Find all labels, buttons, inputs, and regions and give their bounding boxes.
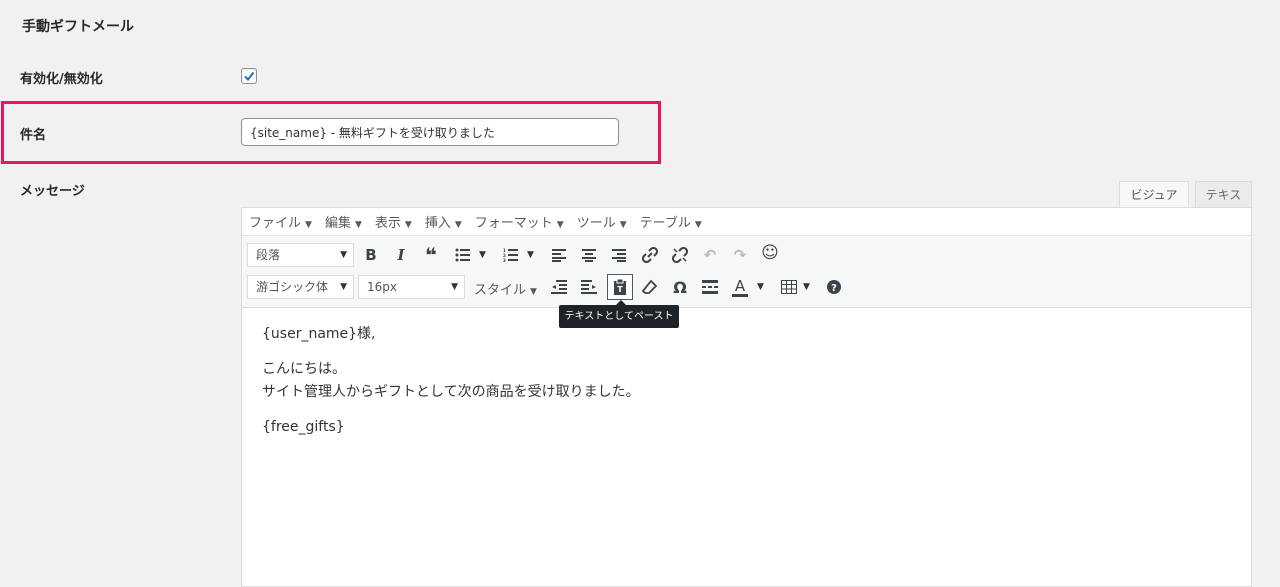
table-icon[interactable] bbox=[777, 275, 801, 299]
menu-edit[interactable]: 編集 ▼ bbox=[325, 212, 362, 231]
table-caret-icon[interactable]: ▼ bbox=[803, 282, 810, 292]
subject-input[interactable] bbox=[241, 118, 619, 146]
content-line-2: サイト管理人からギフトとして次の商品を受け取りました。 bbox=[262, 384, 640, 400]
caret-icon: ▼ bbox=[451, 282, 458, 292]
text-color-caret-icon[interactable]: ▼ bbox=[757, 282, 764, 292]
format-select[interactable]: 段落 ▼ bbox=[247, 243, 354, 267]
unlink-icon[interactable] bbox=[668, 243, 692, 267]
caret-icon: ▼ bbox=[454, 220, 462, 230]
menu-insert[interactable]: 挿入 ▼ bbox=[425, 212, 462, 231]
caret-icon: ▼ bbox=[694, 220, 702, 230]
style-menu[interactable]: スタイル ▼ bbox=[474, 279, 537, 298]
text-color-icon[interactable]: A bbox=[728, 275, 752, 299]
caret-icon: ▼ bbox=[530, 287, 537, 297]
font-family-select[interactable]: 游ゴシック体 ▼ bbox=[247, 275, 354, 299]
style-menu-label: スタイル bbox=[474, 283, 527, 298]
blockquote-icon[interactable]: ❝ bbox=[419, 243, 443, 267]
caret-icon: ▼ bbox=[404, 220, 412, 230]
content-body: こんにちは。 サイト管理人からギフトとして次の商品を受け取りました。 bbox=[262, 358, 640, 404]
link-icon[interactable] bbox=[638, 243, 662, 267]
menu-view[interactable]: 表示 ▼ bbox=[375, 212, 412, 231]
font-size-select-value: 16px bbox=[367, 280, 397, 294]
font-size-select[interactable]: 16px ▼ bbox=[358, 275, 465, 299]
caret-icon: ▼ bbox=[556, 220, 564, 230]
bullet-list-caret-icon[interactable]: ▼ bbox=[479, 250, 486, 260]
menu-file-label: ファイル bbox=[249, 216, 302, 231]
section-title: 手動ギフトメール bbox=[22, 19, 134, 35]
svg-text:3: 3 bbox=[503, 258, 506, 262]
message-editor: ファイル ▼ 編集 ▼ 表示 ▼ 挿入 ▼ フォーマット ▼ ツール ▼ テーブル ▼ 段落 ▼… bbox=[241, 207, 1252, 587]
numbered-list-caret-icon[interactable]: ▼ bbox=[527, 250, 534, 260]
menu-table[interactable]: テーブル ▼ bbox=[640, 212, 702, 231]
align-right-icon[interactable] bbox=[607, 243, 631, 267]
editor-menubar: ファイル ▼ 編集 ▼ 表示 ▼ 挿入 ▼ フォーマット ▼ ツール ▼ テーブル ▼ bbox=[242, 208, 1251, 236]
indent-icon[interactable] bbox=[577, 275, 601, 299]
italic-icon[interactable]: I bbox=[389, 243, 413, 267]
paste-as-text-icon[interactable]: T bbox=[607, 274, 633, 300]
subject-label: 件名 bbox=[20, 128, 47, 143]
tab-visual[interactable]: ビジュアル bbox=[1119, 181, 1189, 228]
format-select-value: 段落 bbox=[256, 248, 281, 262]
redo-icon[interactable]: ↷ bbox=[728, 243, 752, 267]
align-left-icon[interactable] bbox=[547, 243, 571, 267]
tab-text[interactable]: テキスト bbox=[1195, 181, 1252, 228]
enable-label: 有効化/無効化 bbox=[20, 72, 103, 87]
special-character-icon[interactable]: Ω bbox=[668, 275, 692, 299]
enable-checkbox[interactable] bbox=[241, 68, 257, 84]
numbered-list-icon[interactable]: 123 bbox=[499, 243, 523, 267]
menu-format-label: フォーマット bbox=[474, 216, 553, 231]
content-greeting: {user_name}様, bbox=[262, 326, 376, 342]
menu-edit-label: 編集 bbox=[324, 216, 351, 231]
outdent-icon[interactable] bbox=[547, 275, 571, 299]
message-label: メッセージ bbox=[20, 184, 85, 199]
menu-insert-label: 挿入 bbox=[424, 216, 451, 231]
content-line-1: こんにちは。 bbox=[262, 361, 346, 377]
font-family-select-value: 游ゴシック体 bbox=[256, 280, 329, 294]
caret-icon: ▼ bbox=[619, 220, 627, 230]
svg-text:?: ? bbox=[831, 283, 837, 294]
help-icon[interactable]: ? bbox=[822, 275, 846, 299]
caret-icon: ▼ bbox=[305, 220, 312, 230]
menu-table-label: テーブル bbox=[639, 216, 691, 231]
bullet-list-icon[interactable] bbox=[451, 243, 475, 267]
menu-tools[interactable]: ツール ▼ bbox=[577, 212, 627, 231]
align-center-icon[interactable] bbox=[577, 243, 601, 267]
caret-icon: ▼ bbox=[340, 282, 347, 292]
editor-content[interactable]: {user_name}様, こんにちは。 サイト管理人からギフトとして次の商品を… bbox=[262, 323, 640, 451]
menu-tools-label: ツール bbox=[576, 216, 616, 231]
content-placeholder: {free_gifts} bbox=[262, 419, 345, 435]
checkmark-icon bbox=[244, 71, 255, 82]
clear-formatting-icon[interactable] bbox=[638, 275, 662, 299]
undo-icon[interactable]: ↶ bbox=[698, 243, 722, 267]
menu-view-label: 表示 bbox=[374, 216, 401, 231]
menu-file[interactable]: ファイル ▼ bbox=[249, 212, 312, 231]
editor-toolbar: 段落 ▼ B I ❝ ▼ 123 ▼ ↶ ↷ ☺ 游ゴシック体 ▼ 16px ▼… bbox=[242, 236, 1251, 308]
caret-icon: ▼ bbox=[354, 220, 362, 230]
bold-icon[interactable]: B bbox=[359, 243, 383, 267]
emoticon-icon[interactable]: ☺ bbox=[758, 241, 782, 265]
menu-format[interactable]: フォーマット ▼ bbox=[475, 212, 564, 231]
read-more-icon[interactable] bbox=[698, 275, 722, 299]
caret-icon: ▼ bbox=[340, 250, 347, 260]
svg-text:T: T bbox=[617, 285, 623, 294]
